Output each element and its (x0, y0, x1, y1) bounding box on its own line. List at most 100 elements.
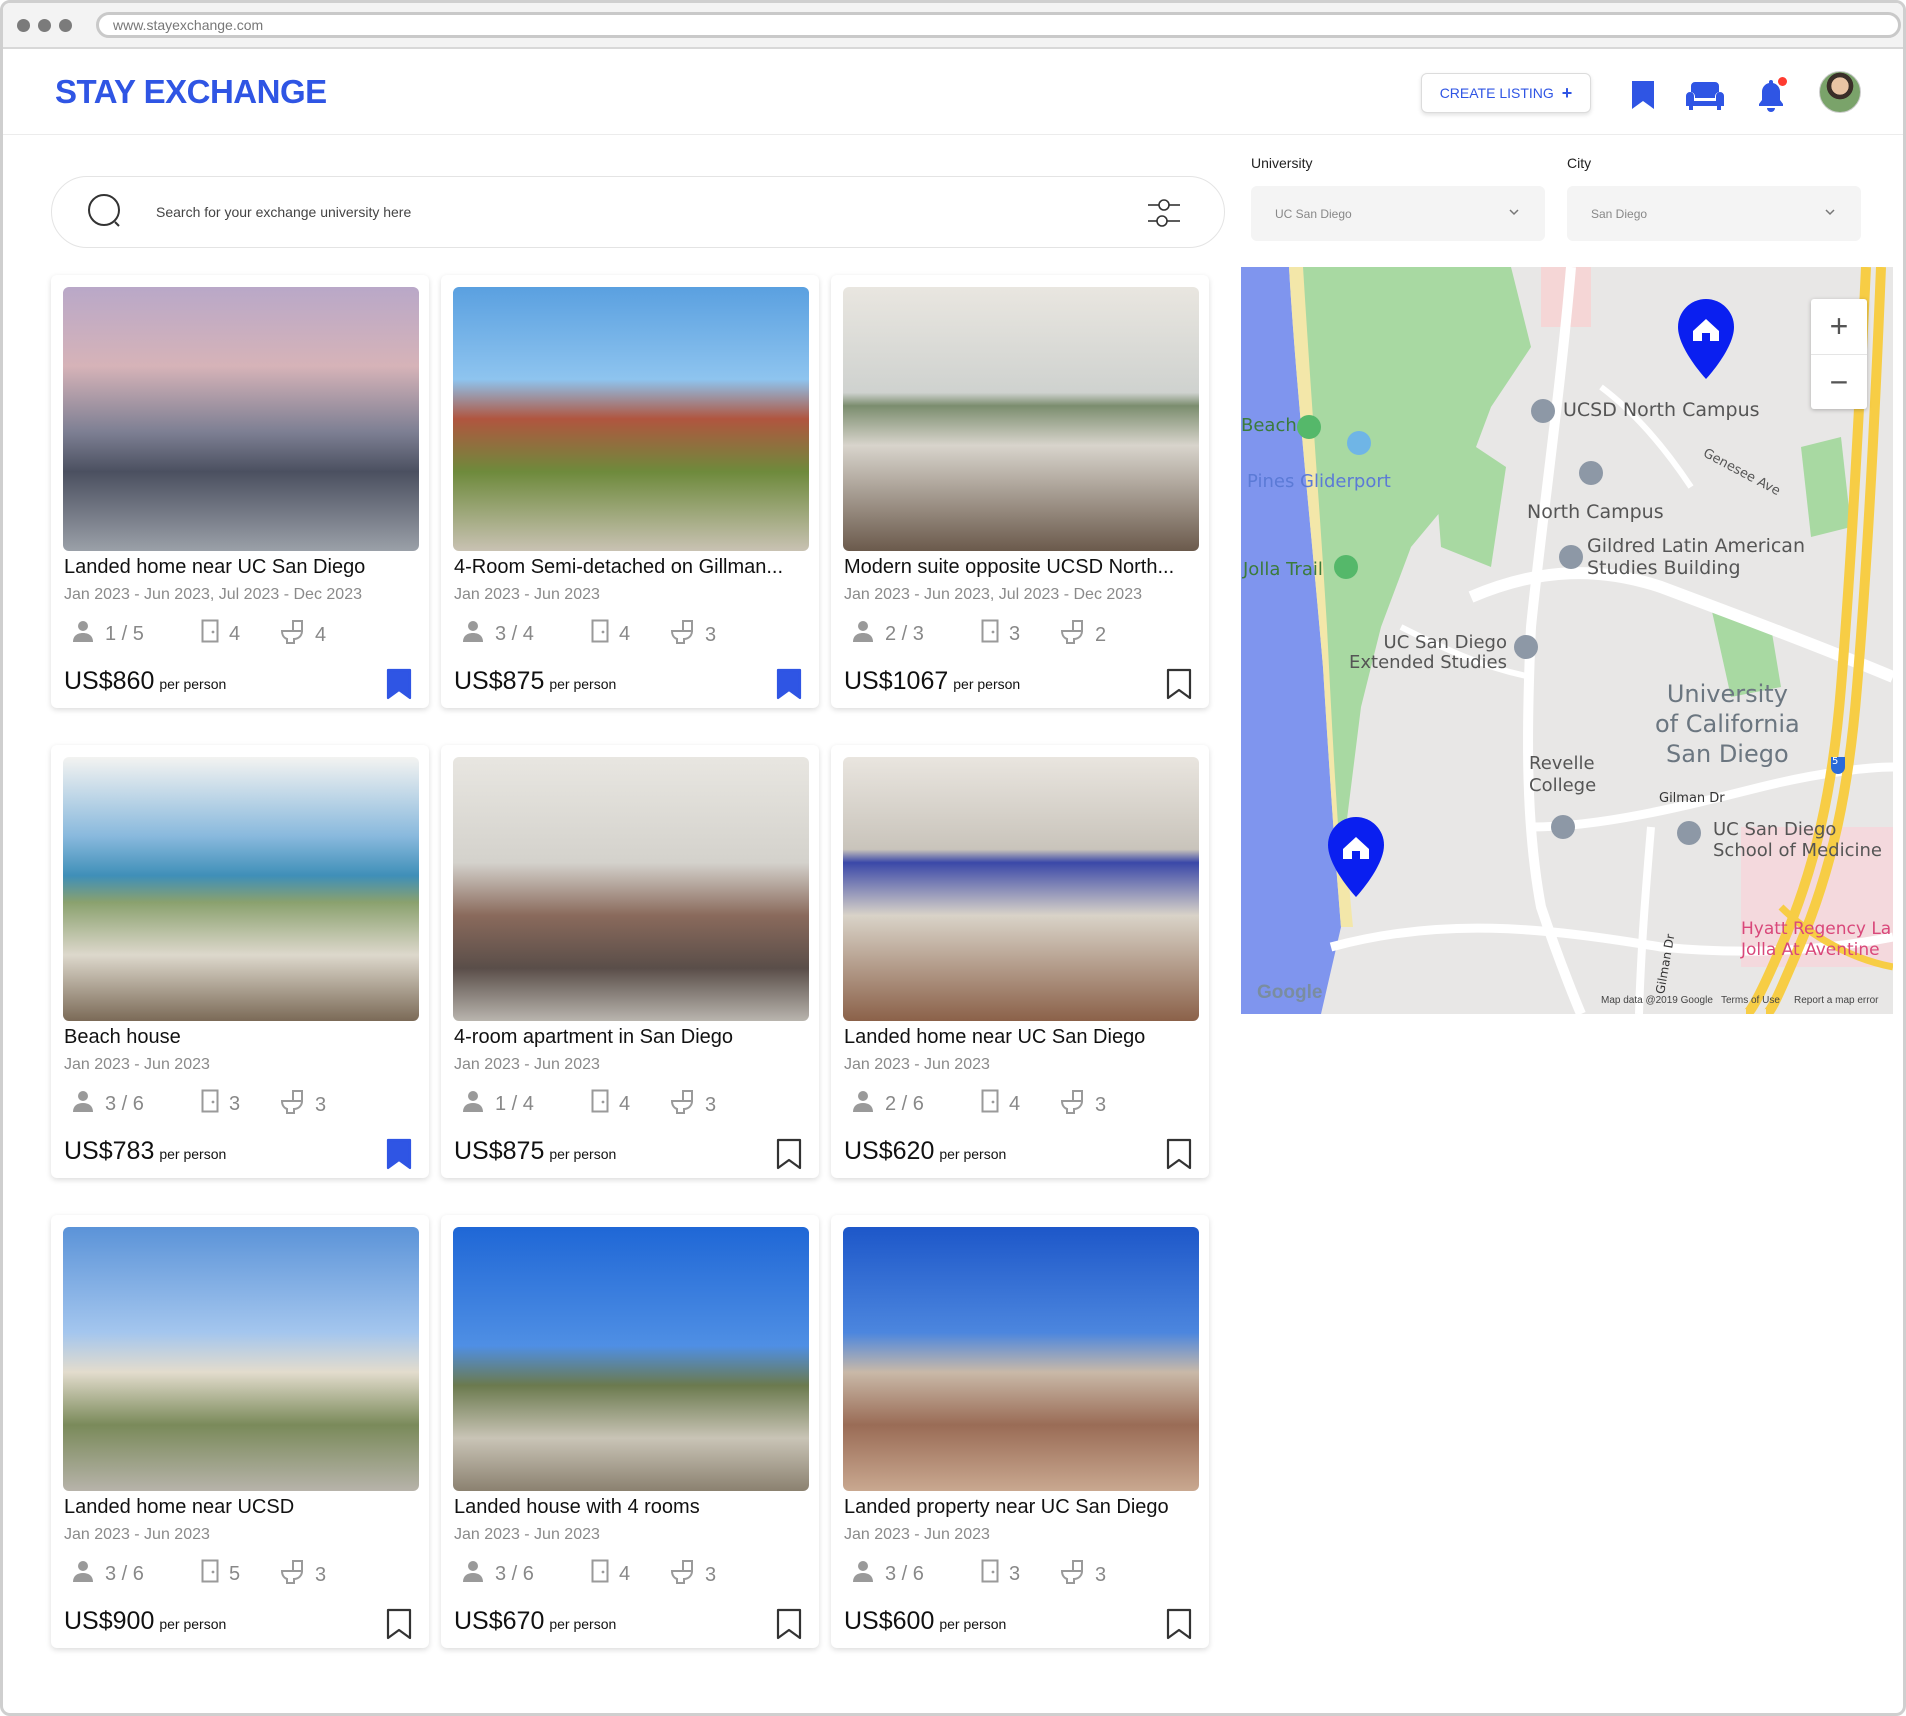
filter-icon[interactable] (1144, 193, 1184, 233)
occupancy-value: 3 / 6 (105, 1562, 144, 1585)
listing-title[interactable]: 4-room apartment in San Diego (454, 1026, 812, 1049)
rooms-value: 4 (229, 622, 241, 645)
window-dot[interactable] (17, 18, 30, 32)
window-dot[interactable] (38, 18, 51, 32)
occupancy: 2 / 6 (851, 1089, 924, 1119)
listing-photo[interactable] (63, 287, 419, 551)
bathrooms-value: 3 (705, 1563, 717, 1586)
city-select[interactable]: San Diego (1567, 186, 1861, 241)
listing-card[interactable]: Modern suite opposite UCSD North... Jan 2… (831, 275, 1209, 708)
rooms-value: 5 (229, 1562, 241, 1585)
bell-icon[interactable] (1751, 75, 1791, 115)
rooms-value: 3 (1009, 1562, 1021, 1585)
bookmark-icon[interactable] (1165, 668, 1193, 700)
search-bar (51, 176, 1225, 248)
listing-photo[interactable] (843, 287, 1199, 551)
listing-price: US$875 per person (454, 667, 616, 696)
bookmark-icon[interactable] (385, 1138, 413, 1170)
listing-card[interactable]: Landed home near UC San Diego Jan 2023 - … (831, 745, 1209, 1178)
listing-photo[interactable] (843, 757, 1199, 1021)
university-select[interactable]: UC San Diego (1251, 186, 1545, 241)
listing-card[interactable]: Landed home near UC San Diego Jan 2023 - … (51, 275, 429, 708)
listing-title[interactable]: Landed house with 4 rooms (454, 1496, 812, 1519)
listing-photo[interactable] (843, 1227, 1199, 1491)
door-icon (591, 619, 619, 649)
window-dot[interactable] (59, 18, 72, 32)
toilet-icon (279, 619, 315, 651)
listing-title[interactable]: Modern suite opposite UCSD North... (844, 556, 1202, 579)
listing-title[interactable]: Landed home near UC San Diego (64, 556, 422, 579)
rooms: 3 (201, 1089, 240, 1119)
logo[interactable]: STAY EXCHANGE (55, 73, 327, 111)
map-label: Pines Gliderport (1247, 471, 1391, 492)
map[interactable]: Beach Pines Gliderport Jolla Trail UCSD … (1241, 267, 1893, 1014)
create-listing-button[interactable]: CREATE LISTING + (1421, 73, 1591, 113)
city-label: City (1567, 155, 1592, 171)
listing-title[interactable]: Landed property near UC San Diego (844, 1496, 1202, 1519)
listing-photo[interactable] (63, 757, 419, 1021)
listing-dates: Jan 2023 - Jun 2023 (64, 1056, 210, 1073)
listing-photo[interactable] (453, 757, 809, 1021)
address-bar[interactable]: www.stayexchange.com (96, 12, 1901, 38)
listing-dates: Jan 2023 - Jun 2023, Jul 2023 - Dec 2023 (64, 586, 362, 603)
zoom-control: + − (1811, 299, 1867, 409)
zoom-in-button[interactable]: + (1811, 299, 1867, 354)
listing-card[interactable]: Landed property near UC San Diego Jan 202… (831, 1215, 1209, 1648)
bookmark-icon[interactable] (1165, 1608, 1193, 1640)
listing-title[interactable]: Landed home near UCSD (64, 1496, 422, 1519)
bathrooms-value: 4 (315, 623, 327, 646)
listing-photo[interactable] (453, 1227, 809, 1491)
sofa-icon[interactable] (1685, 75, 1725, 115)
rooms: 4 (591, 619, 630, 649)
toilet-icon (279, 1089, 315, 1121)
search-input[interactable] (156, 204, 1056, 220)
bookmark-icon[interactable] (775, 668, 803, 700)
report-error-link[interactable]: Report a map error (1794, 995, 1878, 1006)
listing-dates: Jan 2023 - Jun 2023, Jul 2023 - Dec 2023 (844, 586, 1142, 603)
listing-card[interactable]: 4-Room Semi-detached on Gillman... Jan 20… (441, 275, 819, 708)
listing-features: 1 / 5 4 4 (71, 619, 401, 649)
toilet-icon (1059, 1559, 1095, 1591)
listing-card[interactable]: 4-room apartment in San Diego Jan 2023 - … (441, 745, 819, 1178)
bathrooms-value: 3 (315, 1093, 327, 1116)
listing-title[interactable]: Beach house (64, 1026, 422, 1049)
door-icon (981, 619, 1009, 649)
bookmark-icon[interactable] (385, 1608, 413, 1640)
listing-card[interactable]: Beach house Jan 2023 - Jun 2023 3 / 6 3 3 US$… (51, 745, 429, 1178)
person-icon (71, 1089, 105, 1119)
listing-photo[interactable] (453, 287, 809, 551)
door-icon (201, 619, 229, 649)
listing-photo[interactable] (63, 1227, 419, 1491)
bookmark-icon[interactable] (1165, 1138, 1193, 1170)
bookmark-icon[interactable] (775, 1138, 803, 1170)
occupancy: 1 / 5 (71, 619, 144, 649)
rooms: 3 (981, 1559, 1020, 1589)
occupancy-value: 3 / 6 (495, 1562, 534, 1585)
search-icon[interactable] (86, 192, 126, 232)
avatar[interactable] (1819, 71, 1861, 113)
bookmark-icon[interactable] (775, 1608, 803, 1640)
bathrooms: 2 (1059, 619, 1106, 651)
bookmark-icon[interactable] (385, 668, 413, 700)
chevron-down-icon (1509, 209, 1519, 216)
rooms-value: 3 (229, 1092, 241, 1115)
map-label: University of California San Diego (1655, 680, 1800, 768)
bathrooms: 4 (279, 619, 326, 651)
listing-title[interactable]: 4-Room Semi-detached on Gillman... (454, 556, 812, 579)
map-label: Jolla Trail (1243, 559, 1323, 580)
listing-card[interactable]: Landed home near UCSD Jan 2023 - Jun 2023… (51, 1215, 429, 1648)
person-icon (461, 1559, 495, 1589)
bathrooms: 3 (279, 1089, 326, 1121)
person-icon (851, 619, 885, 649)
bathrooms: 3 (1059, 1089, 1106, 1121)
door-icon (201, 1559, 229, 1589)
zoom-out-button[interactable]: − (1811, 354, 1867, 409)
route-shield: 5 (1832, 756, 1839, 767)
terms-link[interactable]: Terms of Use (1721, 995, 1780, 1006)
listing-card[interactable]: Landed house with 4 rooms Jan 2023 - Jun … (441, 1215, 819, 1648)
price-value: US$600 (844, 1607, 935, 1635)
price-unit: per person (939, 1146, 1007, 1162)
bathrooms: 3 (669, 1559, 716, 1591)
saved-bookmark-icon[interactable] (1623, 75, 1663, 115)
listing-title[interactable]: Landed home near UC San Diego (844, 1026, 1202, 1049)
